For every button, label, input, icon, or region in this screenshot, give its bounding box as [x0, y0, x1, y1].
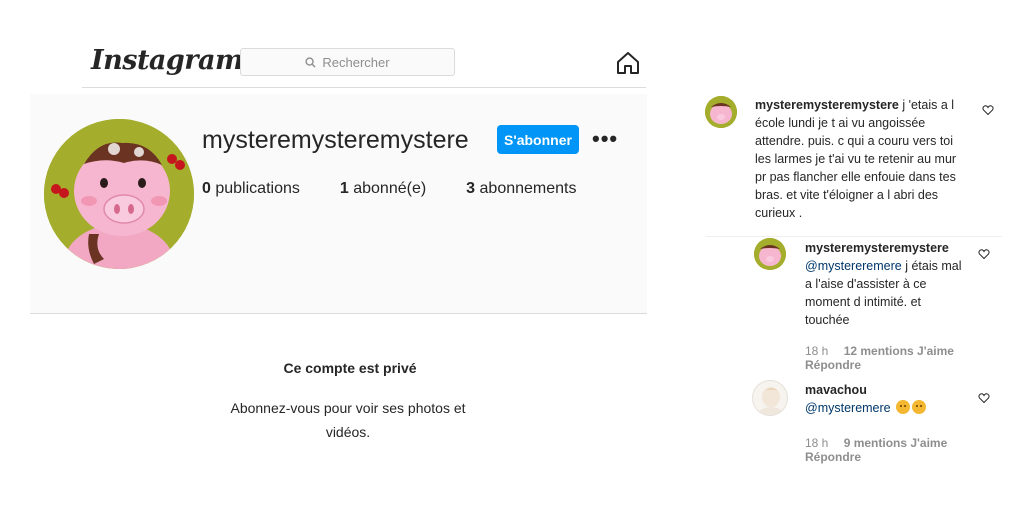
top-navigation-bar: Instagram Rechercher: [82, 42, 646, 88]
private-account-title: Ce compte est privé: [283, 360, 417, 376]
reply-button[interactable]: Répondre: [805, 448, 861, 466]
stat-followers[interactable]: 1 abonné(e): [340, 180, 426, 198]
comment-username[interactable]: mavachou: [805, 381, 975, 399]
search-input[interactable]: Rechercher: [240, 48, 455, 76]
instagram-logo[interactable]: Instagram: [91, 45, 244, 76]
profile-stats: 0 publications 1 abonné(e) 3 abonnements: [202, 180, 617, 198]
heart-icon[interactable]: [982, 104, 994, 116]
heart-icon[interactable]: [978, 392, 990, 404]
commenter-avatar[interactable]: [705, 96, 737, 128]
search-icon: [305, 56, 316, 68]
heart-icon[interactable]: [978, 248, 990, 260]
commenter-avatar[interactable]: [754, 238, 786, 270]
comment-text: mysteremysteremystere @mystereremere j é…: [805, 239, 967, 329]
comment-mention[interactable]: @mysteremere: [805, 401, 891, 415]
profile-avatar[interactable]: [44, 119, 194, 269]
sad-face-emoji-icon: [912, 400, 927, 414]
comment-username[interactable]: mysteremysteremystere: [755, 98, 899, 112]
follow-button[interactable]: S'abonner: [497, 125, 579, 154]
private-account-message: Abonnez-vous pour voir ses photos et vid…: [230, 400, 466, 440]
divider: [706, 236, 1002, 237]
comments-panel: mysteremysteremystere j 'etais a l école…: [700, 94, 1005, 494]
stat-publications: 0 publications: [202, 180, 300, 197]
comment-reply: mavachou @mysteremere 18 h 9 mentions J'…: [752, 380, 1004, 470]
profile-username: mysteremysteremystere: [202, 126, 469, 154]
home-icon[interactable]: [615, 50, 641, 76]
comment-mention[interactable]: @mystereremere: [805, 259, 902, 273]
profile-header: mysteremysteremystere S'abonner ••• 0 pu…: [30, 94, 647, 314]
more-options-icon[interactable]: •••: [592, 126, 618, 152]
comment-username[interactable]: mysteremysteremystere: [805, 239, 967, 257]
search-placeholder: Rechercher: [322, 54, 390, 70]
comment: mysteremysteremystere j 'etais a l école…: [700, 94, 1005, 234]
sad-face-emoji-icon: [896, 400, 911, 414]
stat-following[interactable]: 3 abonnements: [466, 180, 576, 198]
commenter-avatar[interactable]: [752, 380, 788, 416]
comment-reply: mysteremysteremystere @mystereremere j é…: [754, 238, 1004, 372]
pig-avatar-image: [44, 119, 194, 269]
reply-button[interactable]: Répondre: [805, 356, 861, 374]
comment-text: mysteremysteremystere j 'etais a l école…: [755, 96, 967, 222]
comment-text: mavachou @mysteremere: [805, 381, 975, 417]
comment-body: j 'etais a l école lundi je t ai vu ango…: [755, 98, 957, 220]
